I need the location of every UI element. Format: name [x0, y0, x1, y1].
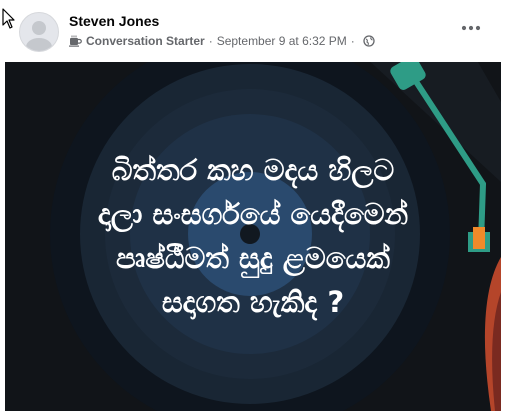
- more-options-icon: [461, 25, 481, 31]
- post-header: Steven Jones Conversation Starter · Sept…: [0, 0, 506, 62]
- badge-label: Conversation Starter: [86, 34, 205, 48]
- caption-line: දාලා සංසර්ගයේ යෙදීමෙන්: [97, 197, 409, 231]
- caption-line: බිත්තර කහ මදය හිලට: [111, 153, 395, 187]
- post-meta: Conversation Starter · September 9 at 6:…: [69, 34, 375, 48]
- caption-line: සදාගත හැකිද ?: [161, 285, 345, 319]
- coffee-cup-icon: [69, 35, 82, 47]
- globe-icon[interactable]: [363, 35, 375, 47]
- image-caption: බිත්තර කහ මදය හිලට දාලා සංසර්ගයේ යෙදීමෙන…: [5, 148, 501, 324]
- avatar[interactable]: [19, 12, 59, 52]
- caption-line: පෘෂ්ඨීමත් සුදු ළමයෙක්: [116, 241, 390, 275]
- author-name[interactable]: Steven Jones: [69, 13, 159, 29]
- post-card: Steven Jones Conversation Starter · Sept…: [0, 0, 506, 415]
- right-border: [501, 0, 506, 415]
- meta-separator-2: ·: [350, 34, 355, 48]
- default-avatar-icon: [26, 21, 52, 51]
- bottom-border: [0, 411, 506, 415]
- meta-separator: ·: [208, 34, 213, 48]
- more-options-button[interactable]: [458, 18, 484, 38]
- mouse-cursor-icon: [2, 8, 15, 29]
- post-timestamp[interactable]: September 9 at 6:32 PM: [217, 34, 347, 48]
- post-image[interactable]: බිත්තර කහ මදය හිලට දාලා සංසර්ගයේ යෙදීමෙන…: [5, 62, 501, 411]
